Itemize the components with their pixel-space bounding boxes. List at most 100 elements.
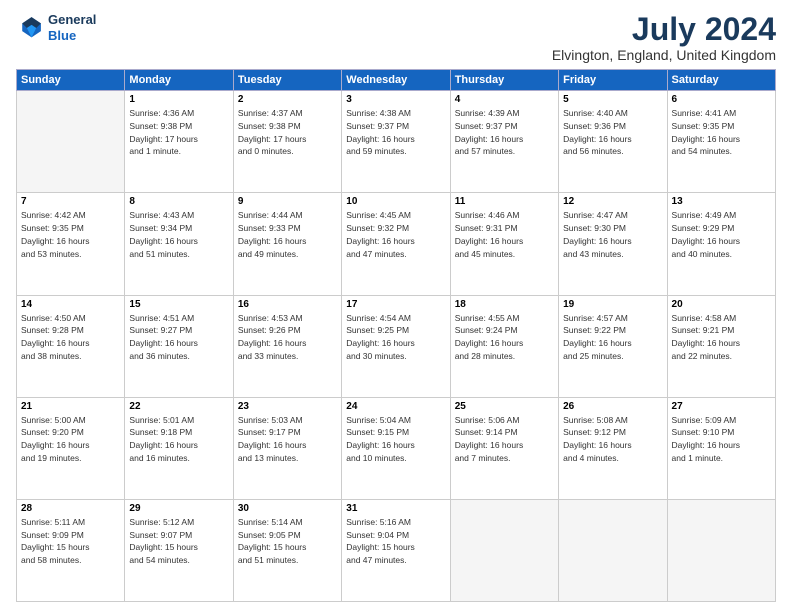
cell-info: Sunrise: 5:16 AMSunset: 9:04 PMDaylight:… [346, 516, 445, 567]
table-row: 31 Sunrise: 5:16 AMSunset: 9:04 PMDayligh… [342, 499, 450, 601]
cell-info: Sunrise: 5:06 AMSunset: 9:14 PMDaylight:… [455, 414, 554, 465]
cell-date: 28 [21, 503, 120, 514]
cell-info: Sunrise: 4:40 AMSunset: 9:36 PMDaylight:… [563, 107, 662, 158]
table-row: 14 Sunrise: 4:50 AMSunset: 9:28 PMDayligh… [17, 295, 125, 397]
table-row: 10 Sunrise: 4:45 AMSunset: 9:32 PMDayligh… [342, 193, 450, 295]
table-row: 6 Sunrise: 4:41 AMSunset: 9:35 PMDaylight… [667, 91, 775, 193]
col-sunday: Sunday [17, 70, 125, 91]
cell-date: 6 [672, 94, 771, 105]
cell-date: 30 [238, 503, 337, 514]
table-row: 16 Sunrise: 4:53 AMSunset: 9:26 PMDayligh… [233, 295, 341, 397]
cell-date: 3 [346, 94, 445, 105]
cell-info: Sunrise: 4:49 AMSunset: 9:29 PMDaylight:… [672, 209, 771, 260]
table-row: 26Sunrise: 5:08 AMSunset: 9:12 PMDayligh… [559, 397, 667, 499]
table-row: 24Sunrise: 5:04 AMSunset: 9:15 PMDayligh… [342, 397, 450, 499]
cell-date: 18 [455, 299, 554, 310]
cell-info: Sunrise: 4:51 AMSunset: 9:27 PMDaylight:… [129, 312, 228, 363]
cell-date: 20 [672, 299, 771, 310]
table-row: 19Sunrise: 4:57 AMSunset: 9:22 PMDayligh… [559, 295, 667, 397]
cell-info: Sunrise: 4:39 AMSunset: 9:37 PMDaylight:… [455, 107, 554, 158]
table-row: 15 Sunrise: 4:51 AMSunset: 9:27 PMDayligh… [125, 295, 233, 397]
table-row: 3 Sunrise: 4:38 AMSunset: 9:37 PMDaylight… [342, 91, 450, 193]
cell-date: 27 [672, 401, 771, 412]
cell-info: Sunrise: 4:43 AMSunset: 9:34 PMDaylight:… [129, 209, 228, 260]
subtitle: Elvington, England, United Kingdom [552, 47, 776, 63]
cell-info: Sunrise: 4:58 AMSunset: 9:21 PMDaylight:… [672, 312, 771, 363]
table-row: 23 Sunrise: 5:03 AMSunset: 9:17 PMDayligh… [233, 397, 341, 499]
cell-date: 8 [129, 196, 228, 207]
calendar-week-row: 21Sunrise: 5:00 AMSunset: 9:20 PMDayligh… [17, 397, 776, 499]
cell-date: 29 [129, 503, 228, 514]
table-row: 2 Sunrise: 4:37 AMSunset: 9:38 PMDaylight… [233, 91, 341, 193]
cell-info: Sunrise: 4:50 AMSunset: 9:28 PMDaylight:… [21, 312, 120, 363]
cell-info: Sunrise: 5:11 AMSunset: 9:09 PMDaylight:… [21, 516, 120, 567]
logo-icon [16, 14, 44, 42]
table-row: 28 Sunrise: 5:11 AMSunset: 9:09 PMDayligh… [17, 499, 125, 601]
cell-info: Sunrise: 5:00 AMSunset: 9:20 PMDaylight:… [21, 414, 120, 465]
cell-info: Sunrise: 4:54 AMSunset: 9:25 PMDaylight:… [346, 312, 445, 363]
cell-info: Sunrise: 4:38 AMSunset: 9:37 PMDaylight:… [346, 107, 445, 158]
table-row: 1 Sunrise: 4:36 AMSunset: 9:38 PMDaylight… [125, 91, 233, 193]
table-row: 22Sunrise: 5:01 AMSunset: 9:18 PMDayligh… [125, 397, 233, 499]
col-thursday: Thursday [450, 70, 558, 91]
col-saturday: Saturday [667, 70, 775, 91]
cell-date: 4 [455, 94, 554, 105]
col-friday: Friday [559, 70, 667, 91]
cell-info: Sunrise: 4:36 AMSunset: 9:38 PMDaylight:… [129, 107, 228, 158]
table-row: 21Sunrise: 5:00 AMSunset: 9:20 PMDayligh… [17, 397, 125, 499]
col-monday: Monday [125, 70, 233, 91]
calendar-week-row: 1 Sunrise: 4:36 AMSunset: 9:38 PMDaylight… [17, 91, 776, 193]
cell-info: Sunrise: 4:41 AMSunset: 9:35 PMDaylight:… [672, 107, 771, 158]
cell-info: Sunrise: 4:44 AMSunset: 9:33 PMDaylight:… [238, 209, 337, 260]
cell-info: Sunrise: 4:55 AMSunset: 9:24 PMDaylight:… [455, 312, 554, 363]
cell-date: 16 [238, 299, 337, 310]
cell-date: 2 [238, 94, 337, 105]
page: General Blue July 2024 Elvington, Englan… [0, 0, 792, 612]
cell-date: 1 [129, 94, 228, 105]
logo-text: General Blue [48, 12, 96, 43]
cell-date: 23 [238, 401, 337, 412]
cell-info: Sunrise: 4:42 AMSunset: 9:35 PMDaylight:… [21, 209, 120, 260]
calendar-week-row: 28 Sunrise: 5:11 AMSunset: 9:09 PMDayligh… [17, 499, 776, 601]
table-row: 30 Sunrise: 5:14 AMSunset: 9:05 PMDayligh… [233, 499, 341, 601]
col-wednesday: Wednesday [342, 70, 450, 91]
cell-info: Sunrise: 5:08 AMSunset: 9:12 PMDaylight:… [563, 414, 662, 465]
cell-date: 13 [672, 196, 771, 207]
table-row: 12Sunrise: 4:47 AMSunset: 9:30 PMDayligh… [559, 193, 667, 295]
table-row: 18 Sunrise: 4:55 AMSunset: 9:24 PMDayligh… [450, 295, 558, 397]
cell-date: 14 [21, 299, 120, 310]
main-title: July 2024 [552, 12, 776, 47]
cell-date: 9 [238, 196, 337, 207]
cell-info: Sunrise: 4:53 AMSunset: 9:26 PMDaylight:… [238, 312, 337, 363]
cell-info: Sunrise: 4:57 AMSunset: 9:22 PMDaylight:… [563, 312, 662, 363]
logo: General Blue [16, 12, 96, 43]
cell-date: 7 [21, 196, 120, 207]
header: General Blue July 2024 Elvington, Englan… [16, 12, 776, 63]
cell-info: Sunrise: 5:03 AMSunset: 9:17 PMDaylight:… [238, 414, 337, 465]
table-row: 4 Sunrise: 4:39 AMSunset: 9:37 PMDaylight… [450, 91, 558, 193]
table-row: 9 Sunrise: 4:44 AMSunset: 9:33 PMDaylight… [233, 193, 341, 295]
cell-info: Sunrise: 5:14 AMSunset: 9:05 PMDaylight:… [238, 516, 337, 567]
table-row: 29 Sunrise: 5:12 AMSunset: 9:07 PMDayligh… [125, 499, 233, 601]
cell-info: Sunrise: 4:45 AMSunset: 9:32 PMDaylight:… [346, 209, 445, 260]
title-block: July 2024 Elvington, England, United Kin… [552, 12, 776, 63]
cell-info: Sunrise: 5:01 AMSunset: 9:18 PMDaylight:… [129, 414, 228, 465]
table-row [667, 499, 775, 601]
cell-date: 25 [455, 401, 554, 412]
cell-info: Sunrise: 5:09 AMSunset: 9:10 PMDaylight:… [672, 414, 771, 465]
cell-info: Sunrise: 4:46 AMSunset: 9:31 PMDaylight:… [455, 209, 554, 260]
cell-date: 5 [563, 94, 662, 105]
table-row: 27 Sunrise: 5:09 AMSunset: 9:10 PMDayligh… [667, 397, 775, 499]
cell-date: 10 [346, 196, 445, 207]
cell-date: 15 [129, 299, 228, 310]
cell-date: 11 [455, 196, 554, 207]
table-row: 7 Sunrise: 4:42 AMSunset: 9:35 PMDaylight… [17, 193, 125, 295]
table-row [559, 499, 667, 601]
table-row: 17Sunrise: 4:54 AMSunset: 9:25 PMDayligh… [342, 295, 450, 397]
cell-info: Sunrise: 5:12 AMSunset: 9:07 PMDaylight:… [129, 516, 228, 567]
cell-date: 31 [346, 503, 445, 514]
calendar-week-row: 7 Sunrise: 4:42 AMSunset: 9:35 PMDaylight… [17, 193, 776, 295]
cell-info: Sunrise: 4:37 AMSunset: 9:38 PMDaylight:… [238, 107, 337, 158]
table-row: 11 Sunrise: 4:46 AMSunset: 9:31 PMDayligh… [450, 193, 558, 295]
table-row [450, 499, 558, 601]
